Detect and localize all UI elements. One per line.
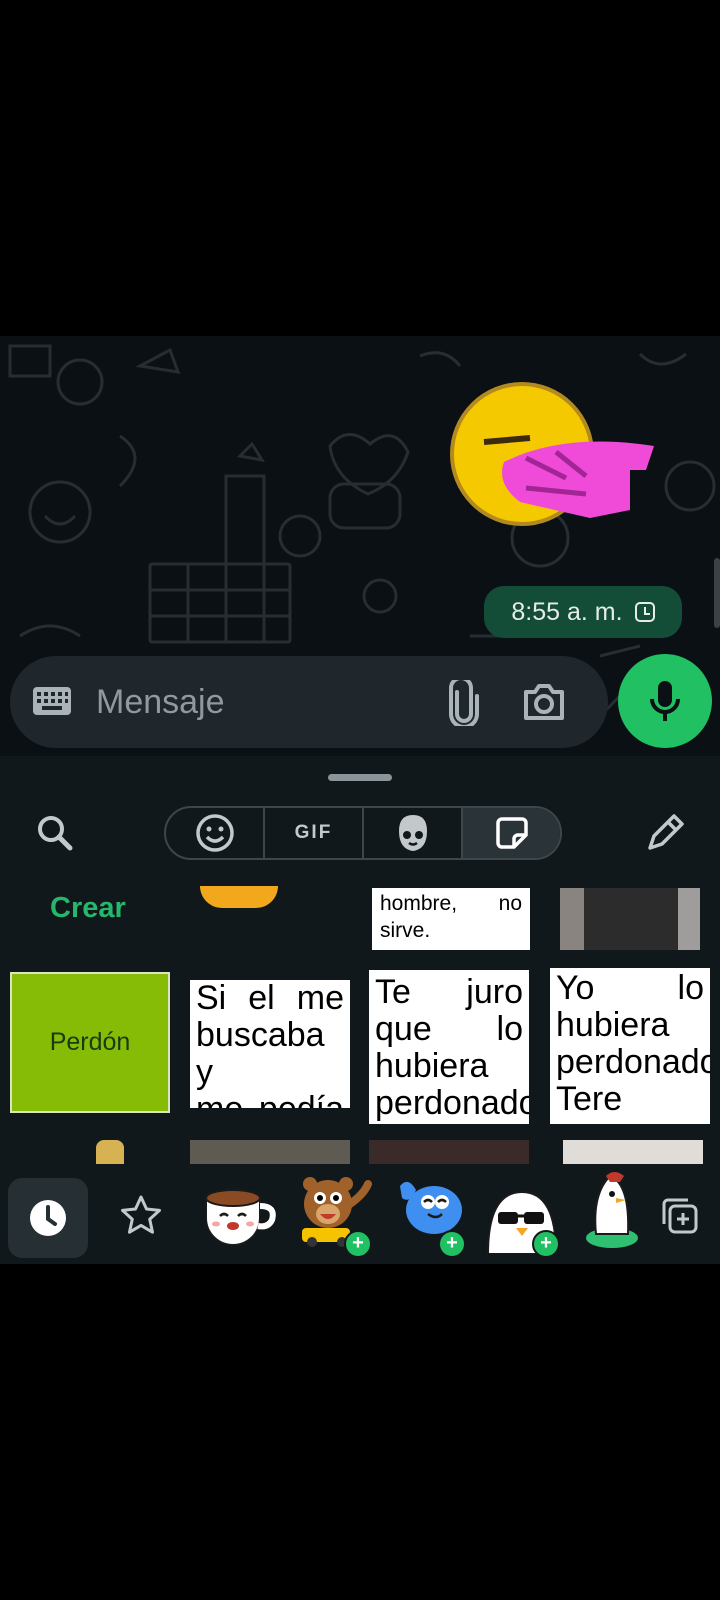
sticker-partial[interactable] — [96, 1140, 124, 1164]
sticker-text-line: hubiera — [556, 1006, 670, 1044]
sticker-text-line: perdonado — [556, 1043, 710, 1081]
sticker-panel: GIF Crear hombre, no sirve. Perdón Si el… — [0, 756, 720, 1264]
sticker-text-line: Yo lo — [556, 969, 704, 1007]
sticker-text-line: Te juro — [375, 973, 523, 1011]
coffee-cup-sticker[interactable] — [200, 1182, 280, 1252]
microphone-button[interactable] — [618, 654, 712, 748]
search-icon[interactable] — [36, 814, 74, 852]
pencil-icon[interactable] — [644, 814, 684, 854]
add-pack-badge[interactable]: + — [344, 1230, 372, 1258]
add-pack-badge[interactable]: + — [532, 1230, 560, 1258]
sticker-text-card[interactable]: hombre, no sirve. — [372, 888, 530, 950]
sticker-perdon[interactable]: Perdón — [10, 972, 170, 1113]
whatsapp-screen: 8:55 a. m. Mensaje GIF Crear hombre, no … — [0, 336, 720, 1264]
sticker-text-line: perdonado — [375, 1084, 529, 1122]
pending-clock-icon — [634, 602, 655, 622]
message-input[interactable]: Mensaje — [10, 656, 608, 748]
star-icon[interactable] — [120, 1194, 162, 1236]
kiss-emoji-sticker[interactable] — [446, 378, 666, 528]
avatar-icon — [398, 815, 427, 851]
sticker-photo[interactable] — [369, 1140, 529, 1164]
sticker-photo[interactable] — [560, 888, 700, 950]
sticker-text-line: que lo — [375, 1010, 523, 1048]
microphone-icon — [650, 681, 680, 721]
sticker-photo[interactable] — [563, 1140, 703, 1164]
sticker-icon — [495, 817, 528, 849]
message-time: 8:55 a. m. — [511, 597, 623, 626]
camera-icon[interactable] — [522, 682, 566, 722]
sticker-text-line: me pedía — [196, 1091, 344, 1109]
panel-drag-handle[interactable] — [328, 774, 392, 781]
sticker-text-line: Perdón — [49, 1028, 131, 1056]
tab-stickers[interactable] — [463, 808, 560, 858]
sticker-text-line: hubiera — [375, 1047, 489, 1085]
message-input-placeholder: Mensaje — [96, 683, 225, 721]
sticker-text-card[interactable]: Si el me buscaba y me pedía — [190, 980, 350, 1108]
tab-avatar[interactable] — [364, 808, 463, 858]
sticker-photo[interactable] — [190, 1140, 350, 1164]
penguin-sticker[interactable] — [586, 1168, 640, 1250]
paperclip-icon[interactable] — [448, 680, 480, 726]
picker-tabs: GIF — [164, 806, 562, 860]
scrollbar[interactable] — [714, 558, 720, 628]
create-sticker-button[interactable]: Crear — [50, 892, 126, 925]
sticker-pack-tray: + + + — [0, 1168, 720, 1264]
keyboard-icon[interactable] — [32, 686, 72, 716]
message-bubble[interactable]: 8:55 a. m. — [484, 586, 682, 638]
sticker-text-line: buscaba y — [196, 1016, 325, 1091]
sticker-text-line: Si el me — [196, 980, 344, 1017]
recent-stickers-button[interactable] — [8, 1178, 88, 1258]
tab-emoji[interactable] — [166, 808, 265, 858]
recent-clock-icon — [30, 1200, 66, 1236]
add-sticker-icon[interactable] — [660, 1196, 700, 1236]
tab-gif[interactable]: GIF — [265, 808, 364, 858]
gif-label: GIF — [294, 822, 333, 843]
chat-area: 8:55 a. m. Mensaje — [0, 336, 720, 756]
sticker-text-card[interactable]: Yo lo hubiera perdonado Tere — [550, 968, 710, 1124]
sticker-text-card[interactable]: Te juro que lo hubiera perdonado — [369, 970, 529, 1124]
smiley-icon — [195, 814, 234, 852]
sticker-text-line: sirve. — [380, 919, 431, 942]
add-pack-badge[interactable]: + — [438, 1230, 466, 1258]
sticker-text-line: hombre, no — [380, 892, 522, 915]
sticker-partial-emoji[interactable] — [200, 886, 278, 908]
sticker-text-line: Tere — [556, 1080, 623, 1118]
